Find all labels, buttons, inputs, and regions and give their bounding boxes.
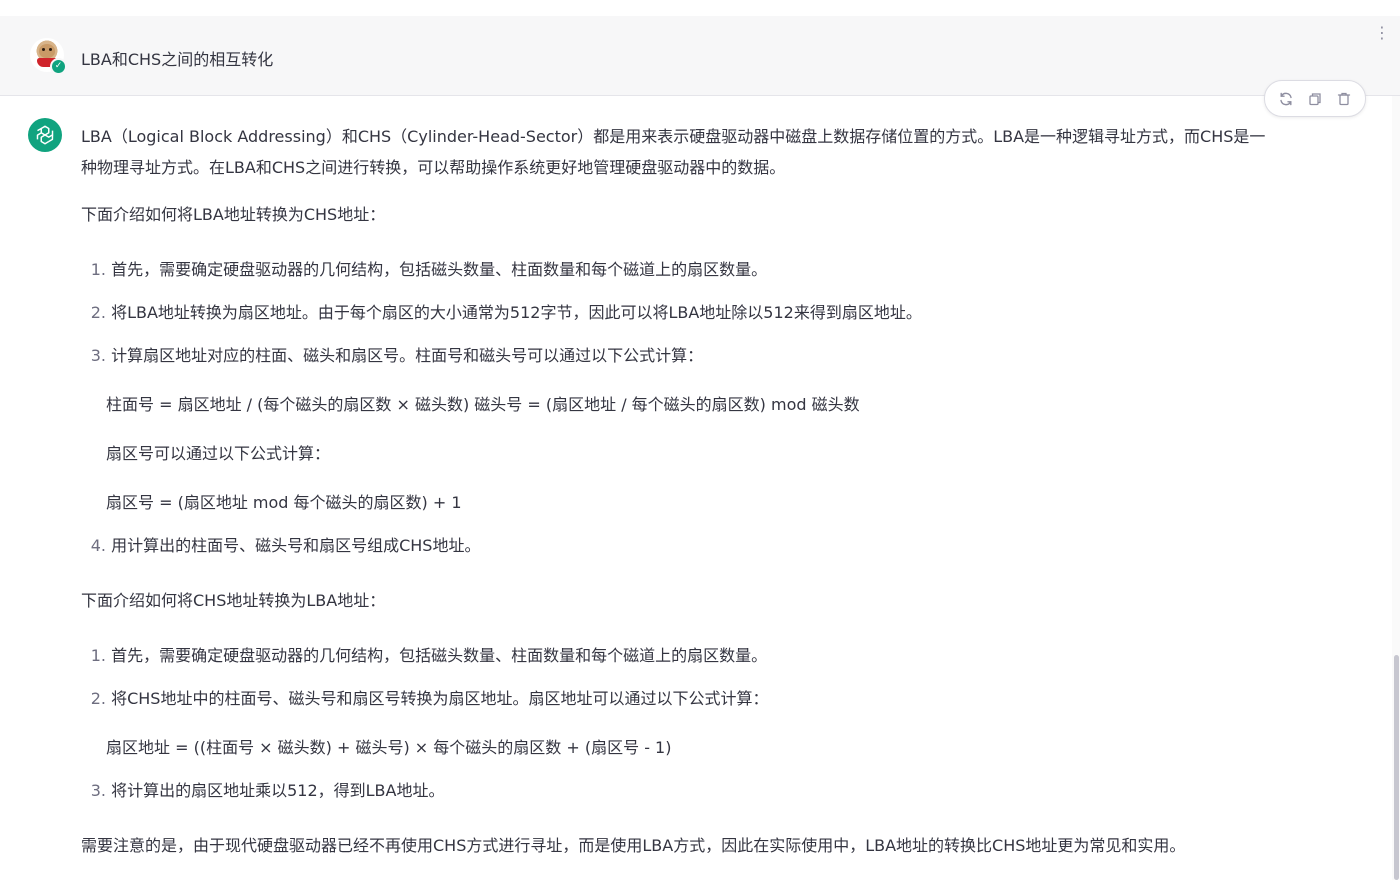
list-number: 2.	[90, 689, 106, 708]
list-item: 3. 将计算出的扇区地址乘以512，得到LBA地址。	[81, 780, 445, 802]
list-text: 计算扇区地址对应的柱面、磁头和扇区号。柱面号和磁头号可以通过以下公式计算：	[111, 346, 704, 365]
pug-eye-left	[42, 48, 45, 51]
sector-note: 扇区号可以通过以下公式计算：	[106, 444, 331, 463]
list-number: 2.	[90, 303, 106, 322]
trash-icon	[1338, 92, 1351, 105]
list-item: 4. 用计算出的柱面号、磁头号和扇区号组成CHS地址。	[81, 535, 481, 557]
formula-cylinder-head: 柱面号 = 扇区地址 / (每个磁头的扇区数 × 磁头数) 磁头号 = (扇区地…	[106, 395, 860, 414]
list-item: 2. 将CHS地址中的柱面号、磁头号和扇区号转换为扇区地址。扇区地址可以通过以下…	[81, 688, 769, 710]
list-item: 1. 首先，需要确定硬盘驱动器的几何结构，包括磁头数量、柱面数量和每个磁道上的扇…	[81, 259, 767, 281]
lba-to-chs-heading: 下面介绍如何将LBA地址转换为CHS地址：	[81, 205, 386, 224]
list-number: 1.	[90, 646, 106, 665]
regenerate-button[interactable]	[1274, 87, 1298, 111]
list-text: 首先，需要确定硬盘驱动器的几何结构，包括磁头数量、柱面数量和每个磁道上的扇区数量…	[111, 646, 768, 665]
intro-line-2: 种物理寻址方式。在LBA和CHS之间进行转换，可以帮助操作系统更好地管理硬盘驱动…	[81, 158, 786, 177]
intro-line-1: LBA（Logical Block Addressing）和CHS（Cylind…	[81, 127, 1266, 146]
top-strip	[0, 0, 1400, 17]
assistant-avatar	[28, 118, 62, 152]
formula-sector-address: 扇区地址 = ((柱面号 × 磁头数) + 磁头号) × 每个磁头的扇区数 + …	[106, 738, 672, 757]
copy-button[interactable]	[1303, 87, 1327, 111]
list-item: 3. 计算扇区地址对应的柱面、磁头和扇区号。柱面号和磁头号可以通过以下公式计算：	[81, 345, 703, 367]
openai-logo-icon	[36, 125, 54, 145]
list-number: 4.	[90, 536, 106, 555]
list-number: 1.	[90, 260, 106, 279]
list-text: 将计算出的扇区地址乘以512，得到LBA地址。	[111, 781, 445, 800]
formula-sector: 扇区号 = (扇区地址 mod 每个磁头的扇区数) + 1	[106, 493, 462, 512]
user-message-text: LBA和CHS之间的相互转化	[81, 50, 274, 69]
user-message-row: ✓ LBA和CHS之间的相互转化 ⋮	[0, 16, 1400, 96]
list-text: 用计算出的柱面号、磁头号和扇区号组成CHS地址。	[111, 536, 481, 555]
delete-button[interactable]	[1332, 87, 1356, 111]
more-options-icon[interactable]: ⋮	[1374, 22, 1390, 44]
message-action-bar	[1264, 80, 1366, 117]
scrollbar-thumb[interactable]	[1394, 655, 1399, 880]
list-number: 3.	[90, 346, 106, 365]
list-item: 1. 首先，需要确定硬盘驱动器的几何结构，包括磁头数量、柱面数量和每个磁道上的扇…	[81, 645, 767, 667]
chs-to-lba-heading: 下面介绍如何将CHS地址转换为LBA地址：	[81, 591, 386, 610]
list-text: 将CHS地址中的柱面号、磁头号和扇区号转换为扇区地址。扇区地址可以通过以下公式计…	[111, 689, 769, 708]
refresh-icon	[1279, 92, 1292, 105]
conclusion-text: 需要注意的是，由于现代硬盘驱动器已经不再使用CHS方式进行寻址，而是使用LBA方…	[81, 836, 1186, 855]
copy-icon	[1309, 92, 1321, 105]
list-item: 2. 将LBA地址转换为扇区地址。由于每个扇区的大小通常为512字节，因此可以将…	[81, 302, 922, 324]
list-text: 首先，需要确定硬盘驱动器的几何结构，包括磁头数量、柱面数量和每个磁道上的扇区数量…	[111, 260, 768, 279]
verified-check-icon: ✓	[50, 58, 67, 75]
list-number: 3.	[90, 781, 106, 800]
list-text: 将LBA地址转换为扇区地址。由于每个扇区的大小通常为512字节，因此可以将LBA…	[111, 303, 922, 322]
pug-face	[39, 44, 55, 58]
pug-eye-right	[49, 48, 52, 51]
